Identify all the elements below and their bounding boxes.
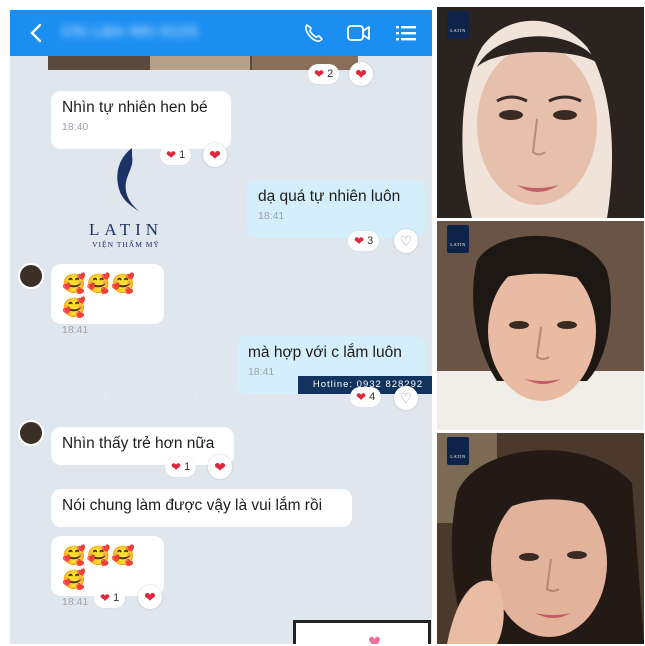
heart-sticker-icon: ♥ bbox=[368, 629, 382, 644]
reaction-badge[interactable]: ❤ 2 bbox=[308, 64, 340, 84]
reaction-count: 1 bbox=[184, 461, 191, 473]
brand-tagline: VIỆN THẨM MỸ bbox=[92, 240, 160, 249]
message-emoji: 🥰🥰🥰🥰 bbox=[62, 274, 136, 319]
back-chevron-icon[interactable] bbox=[24, 19, 50, 47]
result-photo-1[interactable]: LATIN bbox=[437, 7, 644, 218]
message-time: 18:41 bbox=[62, 324, 89, 336]
video-call-icon[interactable] bbox=[346, 22, 370, 44]
latin-badge: LATIN bbox=[447, 225, 469, 253]
heart-icon[interactable]: ❤ bbox=[208, 455, 232, 479]
message-text: Nói chung làm được vậy là vui lắm rồi bbox=[62, 497, 323, 514]
heart-icon[interactable]: ❤ bbox=[203, 143, 227, 167]
avatar[interactable] bbox=[18, 420, 44, 446]
message-text: dạ quá tự nhiên luôn bbox=[258, 188, 401, 205]
chat-header: Chị Lâm Nhi 0123 bbox=[10, 10, 432, 56]
reaction-count: 1 bbox=[113, 592, 120, 604]
heart-icon[interactable]: ❤ bbox=[138, 585, 162, 609]
contact-name[interactable]: Chị Lâm Nhi 0123 bbox=[62, 23, 237, 43]
reaction-count: 4 bbox=[369, 391, 376, 403]
reaction-count: 2 bbox=[327, 68, 334, 80]
latin-badge: LATIN bbox=[447, 437, 469, 465]
reaction-badge[interactable]: ❤ 1 bbox=[94, 588, 126, 608]
brand-logo: LATIN VIỆN THẨM MỸ bbox=[76, 146, 176, 256]
result-photo-3[interactable]: LATIN bbox=[437, 433, 644, 644]
result-photo-2[interactable]: LATIN bbox=[437, 221, 644, 430]
heart-outline-icon[interactable]: ♡ bbox=[394, 229, 418, 253]
latin-badge: LATIN bbox=[447, 11, 469, 39]
message-time: 18:41 bbox=[258, 210, 285, 222]
brand-name: LATIN bbox=[88, 220, 164, 239]
phone-icon[interactable] bbox=[302, 22, 326, 44]
outgoing-message: dạ quá tự nhiên luôn 18:41 bbox=[247, 180, 425, 238]
facebook-post-image: Chị Lâm Nhi 0123 ❤ 2 ❤ Nhìn tự nhiên hen … bbox=[0, 0, 645, 646]
avatar[interactable] bbox=[18, 263, 44, 289]
heart-icon[interactable]: ❤ bbox=[349, 62, 373, 86]
reaction-count: 3 bbox=[367, 235, 374, 247]
sticker-card[interactable]: ♥ bbox=[293, 620, 431, 644]
menu-list-icon[interactable] bbox=[394, 22, 418, 44]
reaction-count: 1 bbox=[179, 149, 186, 161]
heart-outline-icon[interactable]: ♡ bbox=[394, 386, 418, 410]
reaction-badge[interactable]: ❤ 1 bbox=[165, 457, 197, 477]
incoming-message: Nhìn tự nhiên hen bé 18:40 bbox=[51, 91, 231, 149]
watermark-address: 204 Đường 3/2, P.12, Q.10, TP.HCM bbox=[54, 390, 234, 400]
incoming-message: Nói chung làm được vậy là vui lắm rồi bbox=[51, 489, 352, 527]
reaction-badge[interactable]: ❤ 4 bbox=[350, 387, 382, 407]
incoming-message: 🥰🥰🥰🥰 18:41 bbox=[51, 264, 164, 336]
message-emoji: 🥰🥰🥰🥰 bbox=[62, 546, 136, 591]
message-text: Nhìn thấy trẻ hơn nữa bbox=[62, 435, 215, 452]
incoming-message: Nhìn thấy trẻ hơn nữa bbox=[51, 427, 234, 465]
message-time: 18:40 bbox=[62, 121, 89, 133]
message-text: mà hợp với c lắm luôn bbox=[248, 344, 402, 361]
message-text: Nhìn tự nhiên hen bé bbox=[62, 99, 208, 116]
reaction-badge[interactable]: ❤ 3 bbox=[348, 231, 380, 251]
chat-screenshot: Chị Lâm Nhi 0123 ❤ 2 ❤ Nhìn tự nhiên hen … bbox=[10, 10, 432, 644]
